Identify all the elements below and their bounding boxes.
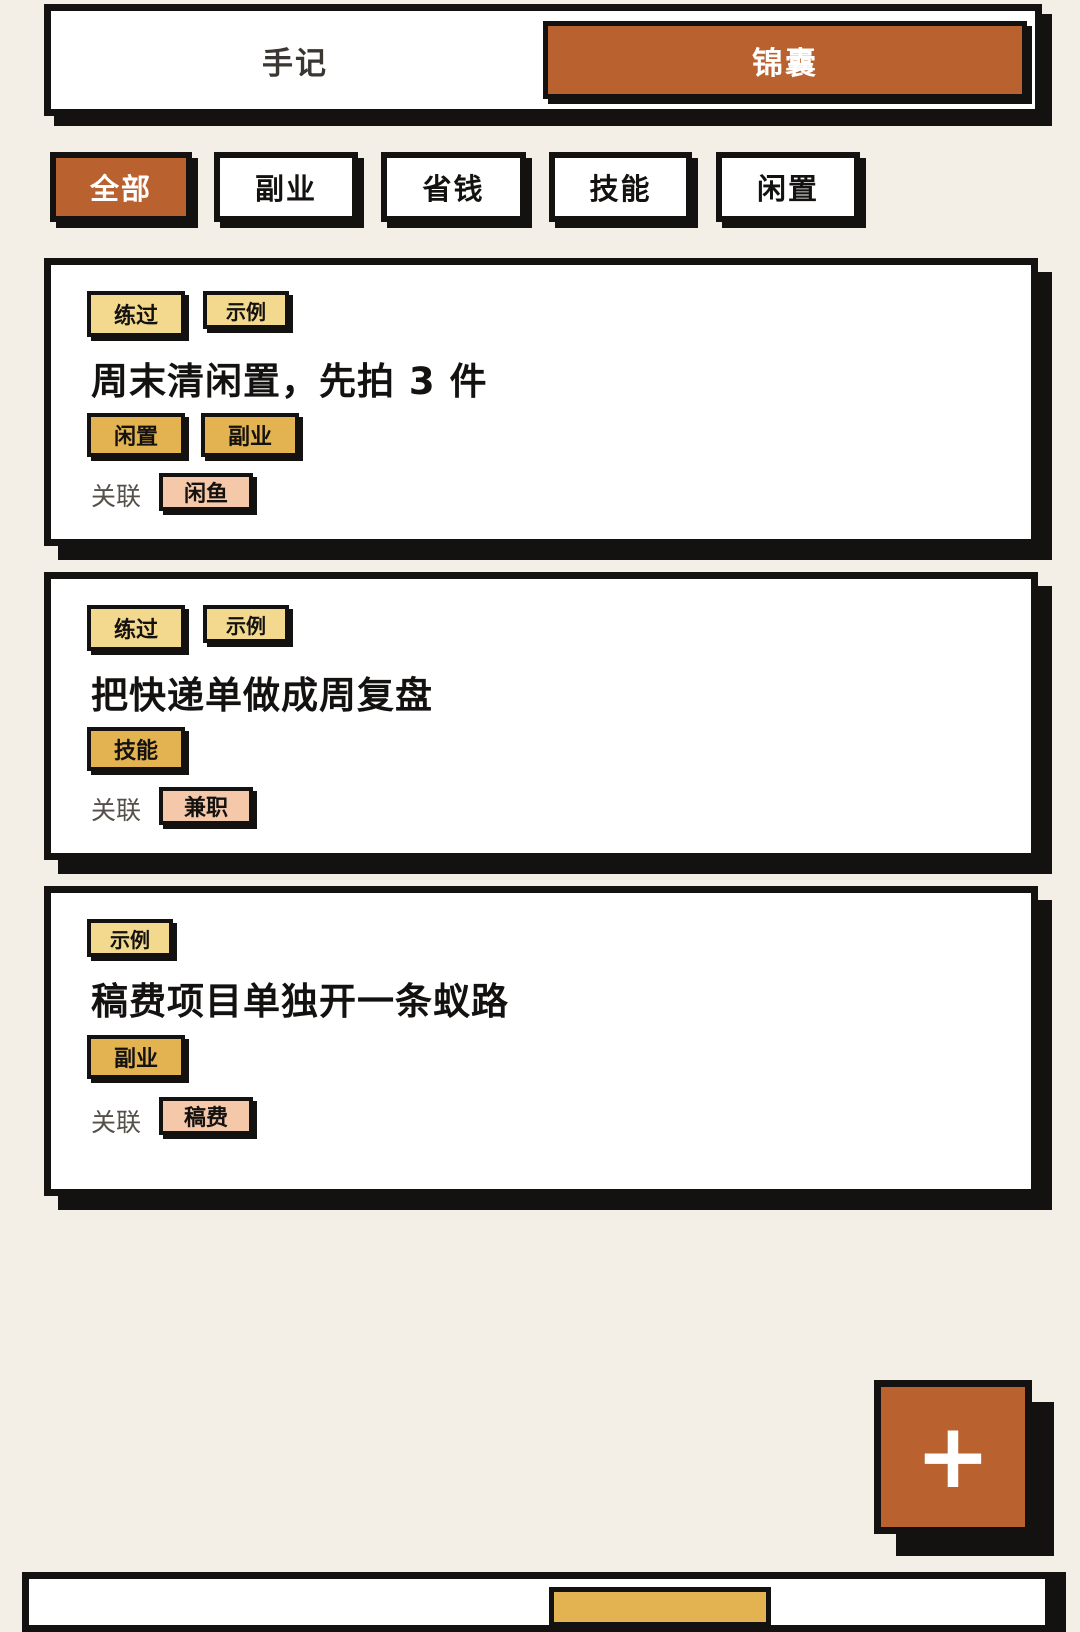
tab-notes[interactable]: 手记 xyxy=(51,21,539,99)
status-tag: 练过 xyxy=(87,605,185,651)
plus-icon: + xyxy=(915,1404,991,1509)
related-label: 关联 xyxy=(91,482,142,511)
category-tag: 闲置 xyxy=(87,413,185,457)
card-title: 周末清闲置，先拍 3 件 xyxy=(91,360,488,403)
sample-tag: 示例 xyxy=(203,605,289,643)
related-tag[interactable]: 兼职 xyxy=(159,787,253,825)
related-tag[interactable]: 闲鱼 xyxy=(159,473,253,511)
nav-item-notes[interactable] xyxy=(139,1585,189,1625)
tab-tips[interactable]: 锦囊 xyxy=(543,21,1027,99)
nav-item-profile[interactable] xyxy=(879,1585,929,1625)
filter-chip-side-hustle[interactable]: 副业 xyxy=(214,152,358,222)
related-label: 关联 xyxy=(91,796,142,825)
sample-tag: 示例 xyxy=(87,919,173,957)
tip-card[interactable]: 示例 稿费项目单独开一条蚁路 副业 关联 稿费 xyxy=(44,886,1038,1196)
related-tag[interactable]: 稿费 xyxy=(159,1097,253,1135)
card-title: 把快递单做成周复盘 xyxy=(91,674,433,717)
tip-card[interactable]: 练过 示例 周末清闲置，先拍 3 件 闲置 副业 关联 闲鱼 xyxy=(44,258,1038,546)
filter-chip-all[interactable]: 全部 xyxy=(50,152,192,222)
category-tag: 副业 xyxy=(201,413,299,457)
add-button[interactable]: + xyxy=(874,1380,1032,1534)
bottom-nav xyxy=(22,1572,1052,1632)
sample-tag: 示例 xyxy=(203,291,289,329)
related-label: 关联 xyxy=(91,1108,142,1137)
card-title: 稿费项目单独开一条蚁路 xyxy=(91,980,509,1023)
filter-chip-save-money[interactable]: 省钱 xyxy=(381,152,526,222)
status-tag: 练过 xyxy=(87,291,185,337)
tip-card[interactable]: 练过 示例 把快递单做成周复盘 技能 关联 兼职 xyxy=(44,572,1038,860)
nav-item-tips-active[interactable] xyxy=(549,1587,771,1627)
category-tag: 副业 xyxy=(87,1035,185,1079)
filter-chip-skills[interactable]: 技能 xyxy=(549,152,692,222)
filter-chip-idle-items[interactable]: 闲置 xyxy=(716,152,860,222)
segmented-tabs: 手记 锦囊 xyxy=(44,4,1042,116)
nav-item-calendar[interactable] xyxy=(389,1585,439,1625)
category-tag: 技能 xyxy=(87,727,185,771)
